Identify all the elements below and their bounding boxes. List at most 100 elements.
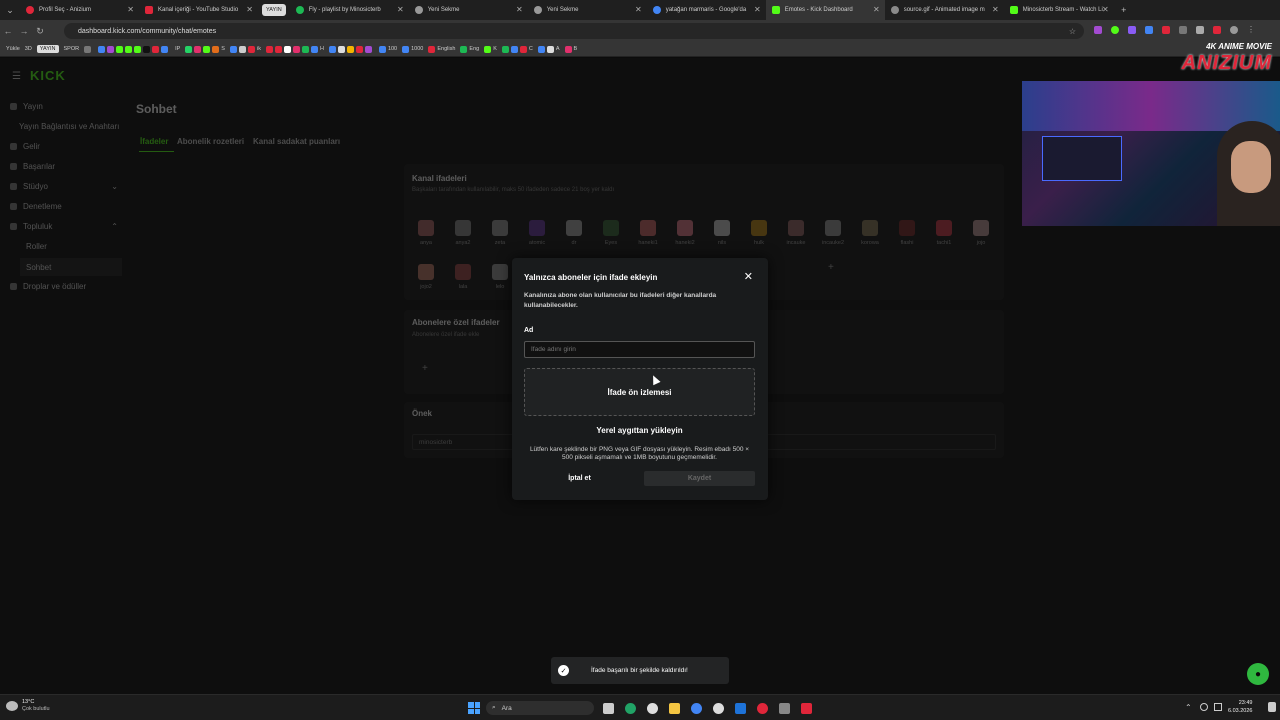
sidebar-item-yayin[interactable]: Yayın	[10, 102, 43, 111]
app-icon[interactable]	[735, 703, 746, 714]
new-tab-plus-icon[interactable]: +	[1114, 0, 1134, 20]
browser-tab[interactable]: Yeni Sekme ✕	[528, 0, 647, 20]
network-icon[interactable]	[1214, 703, 1222, 711]
emote-item[interactable]: flashi	[894, 220, 920, 246]
close-icon[interactable]: ✕	[744, 270, 753, 283]
emote-item[interactable]: hulk	[746, 220, 772, 246]
file-explorer-icon[interactable]	[669, 703, 680, 714]
sidebar-item-basarilar[interactable]: Başarılar	[10, 162, 55, 171]
close-icon[interactable]: ✕	[992, 5, 999, 14]
chrome-icon[interactable]	[691, 703, 702, 714]
save-button[interactable]: Kaydet	[644, 471, 755, 486]
close-icon[interactable]: ✕	[635, 5, 642, 14]
sidebar-item-gelir[interactable]: Gelir	[10, 142, 40, 151]
upload-from-device-button[interactable]: Yerel aygıttan yükleyin	[524, 422, 755, 439]
app-icon[interactable]	[779, 703, 790, 714]
emote-item[interactable]: haneki2	[672, 220, 698, 246]
add-sub-emote-plus-icon[interactable]: +	[422, 363, 428, 374]
taskbar-search[interactable]: ⌕ Ara	[486, 701, 594, 715]
extension-icon[interactable]	[1162, 26, 1170, 34]
bookmark-item[interactable]: A	[537, 45, 560, 53]
emote-item[interactable]: dr	[561, 220, 587, 246]
emote-name-input[interactable]	[524, 341, 755, 358]
emote-item[interactable]: jojo2	[413, 264, 439, 290]
close-icon[interactable]: ✕	[246, 5, 253, 14]
bookmark-item[interactable]: ik	[229, 45, 261, 53]
bookmark-item[interactable]: SPOR	[64, 46, 80, 52]
close-icon[interactable]: ✕	[127, 5, 134, 14]
tab-loyalty-points[interactable]: Kanal sadakat puanları	[253, 137, 340, 146]
clock[interactable]: 23:49 6.03.2026	[1228, 699, 1252, 715]
support-chat-icon[interactable]: ●	[1247, 663, 1269, 685]
profile-avatar-icon[interactable]	[1230, 26, 1238, 34]
bookmark-item[interactable]	[328, 45, 374, 53]
bookmark-item[interactable]: 3D	[25, 46, 32, 52]
hamburger-menu-icon[interactable]: ☰	[12, 71, 21, 82]
settings-gear-icon[interactable]	[647, 703, 658, 714]
tab-group-yayin[interactable]: YAYIN	[262, 4, 286, 16]
emote-item[interactable]: zeta	[487, 220, 513, 246]
menu-dots-icon[interactable]: ⋮	[1247, 26, 1255, 34]
sidebar-item-studyo[interactable]: Stüdyo ⌄	[10, 182, 118, 191]
emote-preview-dropzone[interactable]: İfade ön izlemesi	[524, 368, 755, 416]
bookmark-item[interactable]: B	[564, 45, 577, 53]
task-view-icon[interactable]	[603, 703, 614, 714]
browser-tab-active[interactable]: Emotes - Kick Dashboard ✕	[765, 0, 885, 20]
browser-tab[interactable]: Minosicterb Stream - Watch Li ✕	[1004, 0, 1114, 20]
bookmark-folder-yayin[interactable]: YAYIN	[36, 45, 59, 53]
forward-arrow-icon[interactable]: →	[16, 26, 32, 36]
back-arrow-icon[interactable]: ←	[0, 26, 16, 36]
extension-icon[interactable]	[1145, 26, 1153, 34]
sidebar-item-topluluk[interactable]: Topluluk ⌃	[10, 222, 118, 231]
bookmark-item[interactable]: IP	[175, 46, 180, 52]
bookmark-item[interactable]: C	[501, 45, 533, 53]
emote-item[interactable]: incauke2	[820, 220, 846, 246]
cancel-button[interactable]: İptal et	[524, 471, 635, 486]
mic-icon[interactable]	[1200, 703, 1208, 711]
tab-emotes[interactable]: İfadeler	[140, 137, 168, 146]
tray-chevron-icon[interactable]: ⌃	[1185, 703, 1192, 712]
bookmark-item[interactable]	[84, 45, 93, 53]
emote-item[interactable]: lala	[450, 264, 476, 290]
emote-item[interactable]: korowa	[857, 220, 883, 246]
reload-icon[interactable]: ↻	[32, 26, 48, 37]
xbox-icon[interactable]	[625, 703, 636, 714]
opera-icon[interactable]	[757, 703, 768, 714]
sidebar-item-droplar[interactable]: Droplar ve ödüller	[10, 282, 86, 291]
sidebar-item-sohbet[interactable]: Sohbet	[20, 258, 122, 276]
bookmark-item[interactable]	[98, 45, 170, 53]
browser-tab[interactable]: Fly - playlist by Minosicterb ✕	[290, 0, 409, 20]
sidebar-item-stream-key[interactable]: Yayın Bağlantısı ve Anahtarı	[19, 122, 119, 131]
browser-tab[interactable]: Profil Seç - Anizium ✕	[20, 0, 139, 20]
add-emote-plus-icon[interactable]: +	[828, 262, 834, 273]
app-icon[interactable]	[801, 703, 812, 714]
bookmark-item[interactable]: 1000	[402, 45, 423, 53]
bookmark-item[interactable]: Yükle	[6, 46, 20, 52]
emote-item[interactable]: incauke	[783, 220, 809, 246]
emote-item[interactable]: haneki1	[635, 220, 661, 246]
browser-tab[interactable]: source.gif - Animated image m ✕	[885, 0, 1004, 20]
browser-tab[interactable]: Kanal içeriği - YouTube Studio ✕	[139, 0, 258, 20]
puzzle-icon[interactable]	[1179, 26, 1187, 34]
weather-widget[interactable]: 13°C Çok bulutlu	[6, 699, 50, 713]
close-icon[interactable]: ✕	[754, 5, 761, 14]
close-icon[interactable]: ✕	[397, 5, 404, 14]
emote-item[interactable]: atomic	[524, 220, 550, 246]
bookmark-item[interactable]: K	[484, 45, 497, 53]
kick-logo[interactable]: KICK	[30, 68, 66, 83]
bookmark-item[interactable]: H	[265, 45, 324, 53]
browser-tab[interactable]: yatağan marmaris - Google'da ✕	[647, 0, 766, 20]
bookmark-star-icon[interactable]: ☆	[1069, 27, 1076, 36]
address-bar[interactable]: dashboard.kick.com/community/chat/emotes…	[64, 23, 1084, 39]
notification-bell-icon[interactable]	[1268, 702, 1276, 712]
tab-search-icon[interactable]: ⌄	[0, 0, 20, 20]
browser-tab[interactable]: Yeni Sekme ✕	[409, 0, 528, 20]
emote-item[interactable]: tachi1	[931, 220, 957, 246]
bookmark-item[interactable]: S	[185, 45, 225, 53]
close-icon[interactable]: ✕	[1102, 5, 1109, 14]
emote-item[interactable]: anya2	[450, 220, 476, 246]
extension-icon[interactable]	[1111, 26, 1119, 34]
emote-item[interactable]: jojo	[968, 220, 994, 246]
bookmark-item[interactable]: English	[428, 45, 455, 53]
extension-icon[interactable]	[1128, 26, 1136, 34]
